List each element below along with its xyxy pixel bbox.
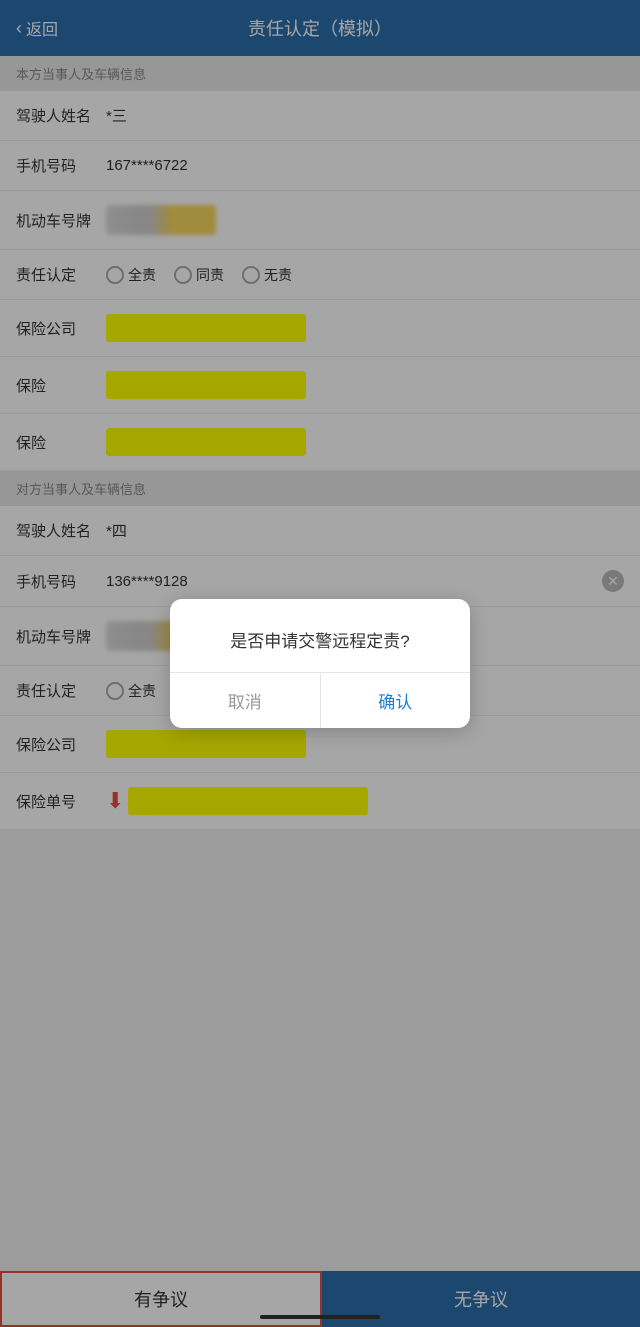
dialog-title: 是否申请交警远程定责? (170, 599, 470, 672)
confirm-dialog: 是否申请交警远程定责? 取消 确认 (170, 599, 470, 728)
dialog-confirm-button[interactable]: 确认 (321, 673, 471, 728)
dialog-overlay: 是否申请交警远程定责? 取消 确认 (0, 0, 640, 1327)
dialog-cancel-button[interactable]: 取消 (170, 673, 321, 728)
dialog-buttons: 取消 确认 (170, 672, 470, 728)
